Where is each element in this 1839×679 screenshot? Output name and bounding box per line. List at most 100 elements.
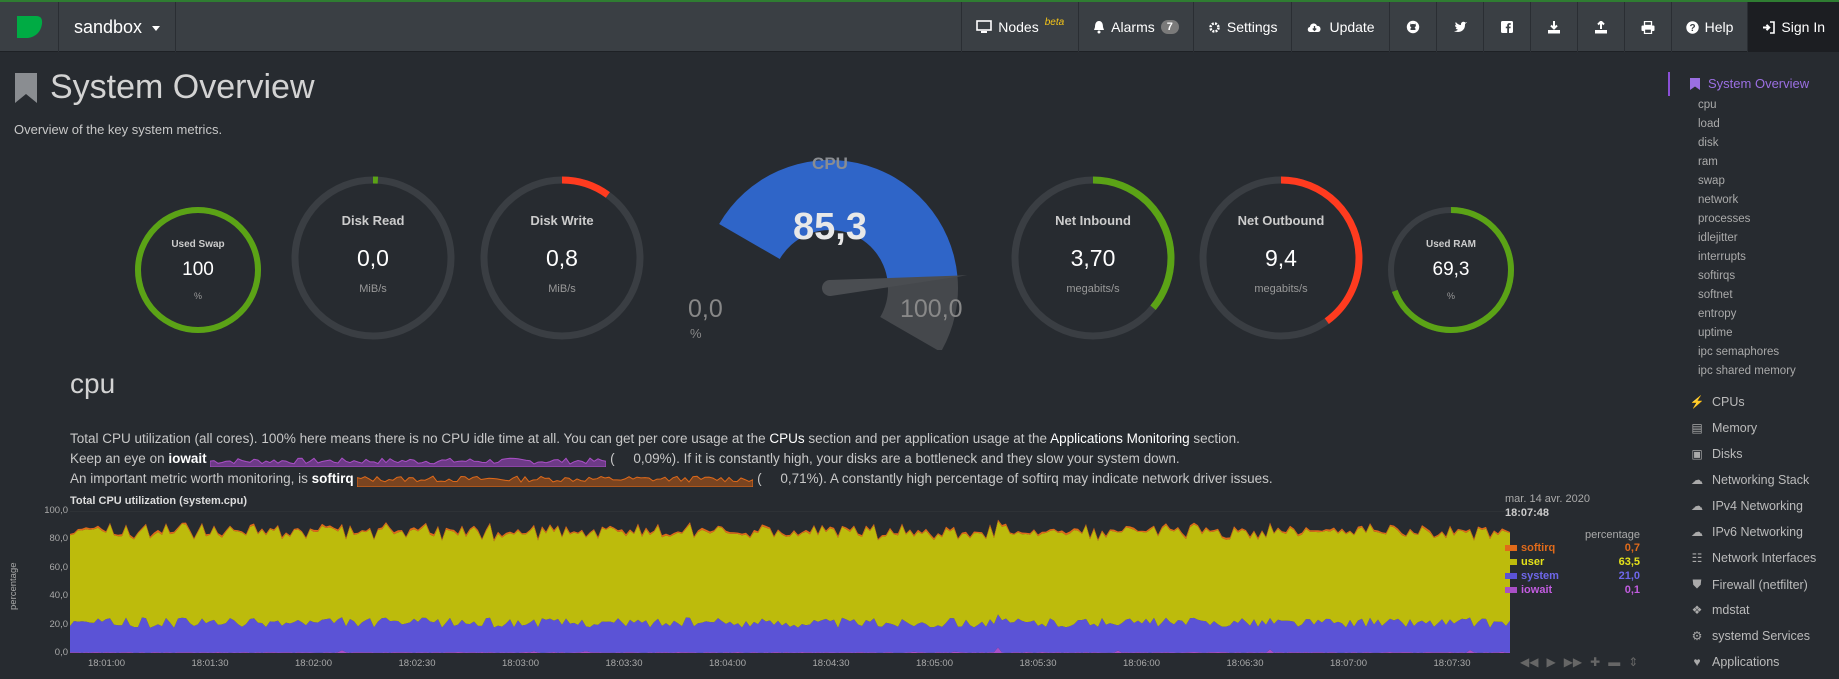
softirq-term: softirq — [311, 471, 354, 486]
puzzle-icon: ❖ — [1691, 603, 1703, 617]
nav-update[interactable]: Update — [1291, 2, 1388, 52]
sidebar-item-disks[interactable]: ▣ Disks — [1690, 447, 1742, 461]
monitor-icon — [976, 20, 993, 33]
sidebar-subitem-processes[interactable]: processes — [1698, 213, 1750, 225]
legend-row-user[interactable]: user 63,5 — [1505, 555, 1640, 569]
sidebar-subitem-disk[interactable]: disk — [1698, 137, 1718, 149]
legend-row-iowait[interactable]: iowait 0,1 — [1505, 583, 1640, 597]
cpu-gauge-value: 85,3 — [793, 206, 867, 248]
chart-x-tick: 18:04:00 — [709, 658, 746, 669]
used-ram-gauge[interactable]: Used RAM 69,3 % — [1386, 205, 1516, 335]
sidebar-item-cpus[interactable]: ⚡ CPUs — [1690, 395, 1745, 409]
nav-settings[interactable]: Settings — [1192, 2, 1292, 52]
beta-label: beta — [1044, 16, 1065, 28]
sidebar-item-network-interfaces[interactable]: ☷ Network Interfaces — [1690, 551, 1817, 565]
desc-text: Keep an eye on — [70, 451, 169, 466]
cpu-utilization-chart[interactable] — [70, 511, 1510, 653]
iowait-sparkline-area — [209, 457, 607, 468]
chart-y-tick: 80,0 — [49, 533, 69, 545]
used-swap-gauge[interactable]: Used Swap 100 % — [133, 205, 263, 335]
sidebar-subitem-uptime[interactable]: uptime — [1698, 327, 1733, 339]
fast-forward-icon[interactable]: ▶▶ — [1564, 655, 1582, 669]
chart-y-axis-label: percentage — [8, 562, 19, 610]
net-inbound-value: 3,70 — [1070, 245, 1116, 271]
netdata-logo[interactable] — [0, 2, 59, 52]
desc-text: section. — [1189, 431, 1240, 446]
cpu-gauge[interactable]: CPU 85,3 0,0 100,0 % — [670, 150, 990, 352]
github-button[interactable] — [1388, 2, 1436, 52]
sidebar-item-ipv4-networking[interactable]: ☁ IPv4 Networking — [1690, 499, 1803, 513]
twitter-icon — [1453, 21, 1467, 32]
chart-toolbar: ◀◀ ▶ ▶▶ ✚ ▬ ⇕ — [1520, 655, 1638, 669]
twitter-button[interactable] — [1435, 2, 1483, 52]
nav-alarms[interactable]: Alarms 7 — [1078, 2, 1193, 52]
net-inbound-gauge[interactable]: Net Inbound 3,70 megabits/s — [1008, 173, 1178, 343]
question-circle-icon: ? — [1685, 20, 1699, 34]
disk-icon: ▣ — [1691, 447, 1703, 461]
sidebar-subitem-cpu[interactable]: cpu — [1698, 99, 1717, 111]
sidebar-subitem-load[interactable]: load — [1698, 118, 1720, 130]
disk-read-label: Disk Read — [341, 213, 405, 228]
download-button[interactable] — [1529, 2, 1577, 52]
sidebar-item-systemd-services[interactable]: ⚙ systemd Services — [1690, 629, 1810, 643]
disk-write-gauge[interactable]: Disk Write 0,8 MiB/s — [477, 173, 647, 343]
cpus-link[interactable]: CPUs — [769, 431, 804, 446]
softirq-value-text: 0,71%). A constantly high percentage of … — [780, 471, 1273, 486]
sidebar-item-memory[interactable]: ▤ Memory — [1690, 421, 1757, 435]
sidebar-item-networking-stack[interactable]: ☁ Networking Stack — [1690, 473, 1809, 487]
chart-x-tick: 18:05:30 — [1019, 658, 1057, 669]
chart-x-tick: 18:02:00 — [295, 658, 332, 669]
active-indicator — [1668, 72, 1670, 96]
legend-row-system[interactable]: system 21,0 — [1505, 569, 1640, 583]
sidebar-item-label: Applications — [1712, 655, 1780, 669]
gear-icon — [1209, 21, 1220, 33]
zoom-in-icon[interactable]: ✚ — [1590, 655, 1600, 669]
legend-swatch — [1505, 587, 1517, 593]
resize-icon[interactable]: ⇕ — [1628, 655, 1638, 669]
series-area-user — [70, 521, 1510, 628]
nav-nodes[interactable]: Nodes beta — [961, 2, 1078, 52]
sidebar-item-mdstat[interactable]: ❖ mdstat — [1690, 603, 1750, 617]
host-selector[interactable]: sandbox — [58, 2, 176, 52]
net-outbound-gauge[interactable]: Net Outbound 9,4 megabits/s — [1196, 173, 1366, 343]
sidebar-subitem-ram[interactable]: ram — [1698, 156, 1718, 168]
disk-read-unit: MiB/s — [359, 283, 387, 295]
sidebar-subitem-network[interactable]: network — [1698, 194, 1738, 206]
facebook-button[interactable] — [1482, 2, 1530, 52]
applications-monitoring-link[interactable]: Applications Monitoring — [1050, 431, 1190, 446]
disk-write-value: 0,8 — [546, 245, 578, 271]
help-button[interactable]: ? Help — [1670, 2, 1748, 52]
chart-x-tick: 18:03:30 — [605, 658, 643, 669]
used-ram-value: 69,3 — [1432, 259, 1470, 280]
print-button[interactable] — [1623, 2, 1671, 52]
upload-button[interactable] — [1576, 2, 1624, 52]
sidebar-subitem-entropy[interactable]: entropy — [1698, 308, 1736, 320]
zoom-out-icon[interactable]: ▬ — [1608, 655, 1620, 669]
chart-y-tick: 60,0 — [49, 561, 69, 573]
play-icon[interactable]: ▶ — [1546, 655, 1555, 669]
sign-in-button[interactable]: Sign In — [1747, 2, 1839, 52]
sidebar-item-applications[interactable]: ♥ Applications — [1690, 655, 1779, 669]
github-icon — [1406, 20, 1419, 34]
sidebar-item-system-overview[interactable]: System Overview — [1690, 76, 1809, 91]
legend-value: 0,1 — [1624, 584, 1640, 596]
legend-row-softirq[interactable]: softirq 0,7 — [1505, 541, 1640, 555]
help-label: Help — [1704, 19, 1734, 35]
chart-x-tick: 18:06:30 — [1226, 658, 1264, 669]
sidebar-subitem-softirqs[interactable]: softirqs — [1698, 270, 1735, 282]
sidebar-subitem-softnet[interactable]: softnet — [1698, 289, 1733, 301]
sidebar-item-label: Networking Stack — [1712, 473, 1810, 487]
sidebar-item-firewall-netfilter[interactable]: ⛊ Firewall (netfilter) — [1690, 577, 1807, 592]
sidebar-subitem-ipc-semaphores[interactable]: ipc semaphores — [1698, 346, 1779, 358]
chart-x-tick: 18:02:30 — [398, 658, 436, 669]
sidebar-subitem-swap[interactable]: swap — [1698, 175, 1725, 187]
upload-icon — [1594, 20, 1607, 33]
cloud-download-icon — [1308, 22, 1321, 32]
desc-text: ( — [610, 451, 615, 466]
sidebar-subitem-ipc-shared-memory[interactable]: ipc shared memory — [1698, 365, 1796, 377]
sidebar-item-ipv6-networking[interactable]: ☁ IPv6 Networking — [1690, 525, 1803, 539]
sidebar-subitem-interrupts[interactable]: interrupts — [1698, 251, 1746, 263]
sidebar-subitem-idlejitter[interactable]: idlejitter — [1698, 232, 1738, 244]
disk-read-gauge[interactable]: Disk Read 0,0 MiB/s — [288, 173, 458, 343]
rewind-icon[interactable]: ◀◀ — [1520, 655, 1538, 669]
